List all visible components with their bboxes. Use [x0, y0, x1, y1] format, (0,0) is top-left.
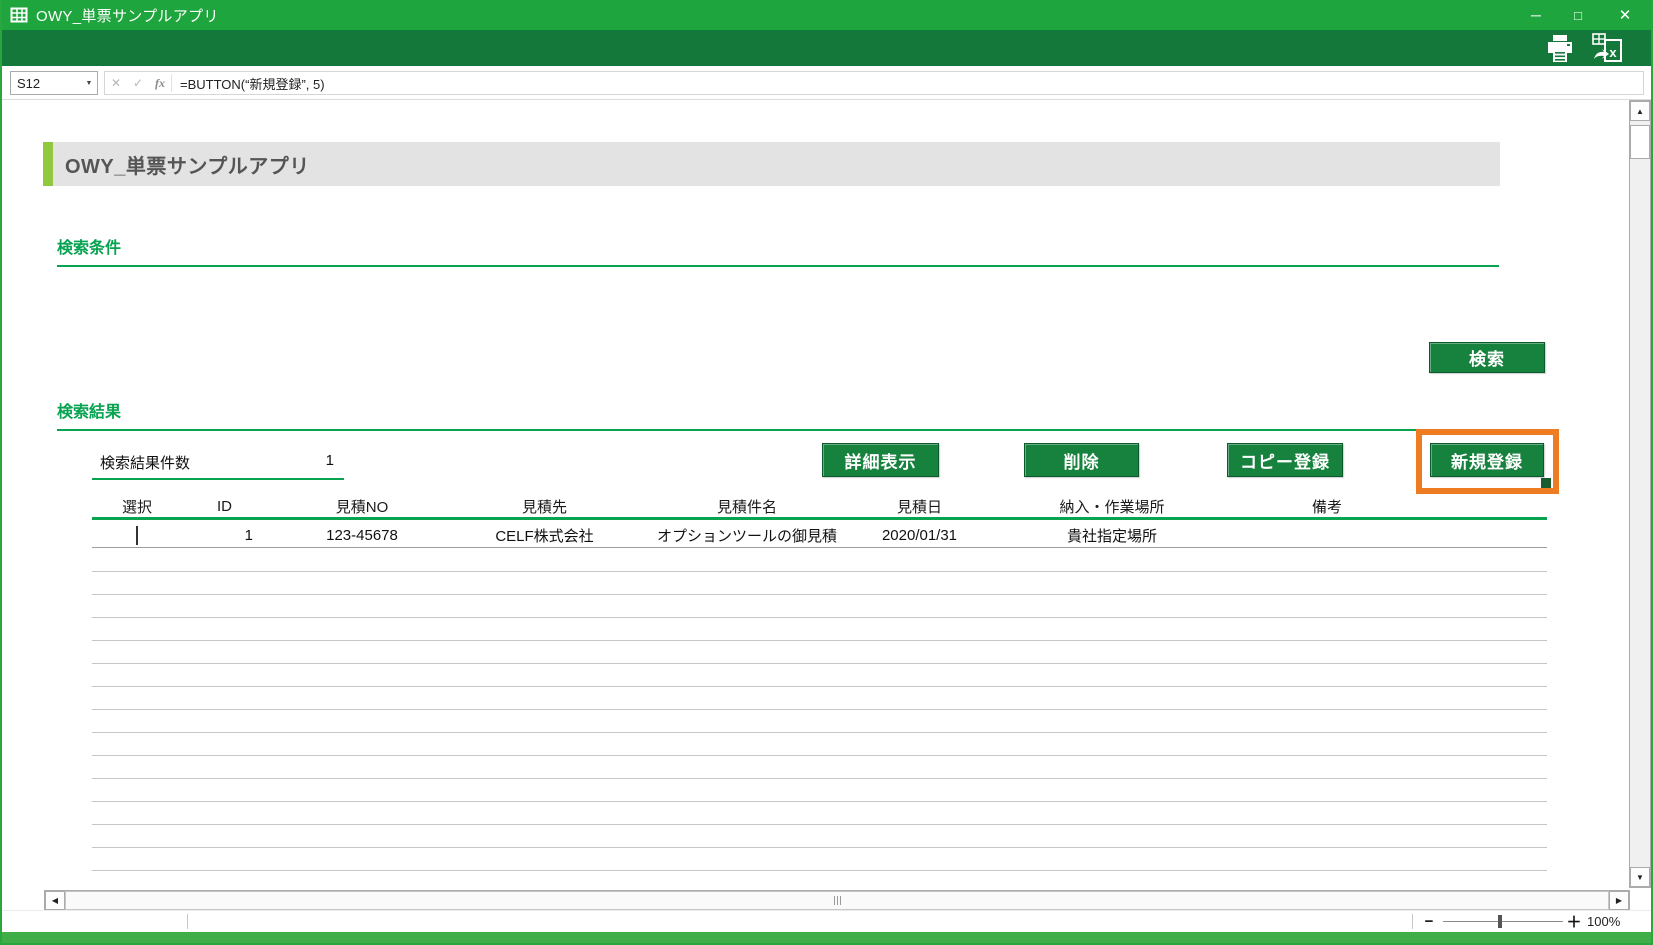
table-empty-row — [92, 549, 1547, 572]
cell-quote-no: 123-45678 — [326, 527, 398, 544]
cell-id: 1 — [244, 527, 253, 544]
horizontal-scrollbar[interactable]: ◀ ▶ — [44, 890, 1630, 911]
table-empty-row — [92, 848, 1547, 871]
titlebar: OWY_単票サンプルアプリ ─ □ ✕ — [2, 0, 1651, 30]
scrollbar-grip-icon[interactable] — [833, 896, 841, 905]
scroll-up-icon[interactable]: ▲ — [1630, 101, 1650, 121]
zoom-level: 100% — [1587, 914, 1621, 929]
name-box-dropdown-icon[interactable]: ▼ — [81, 72, 97, 94]
export-excel-icon[interactable]: x — [1586, 33, 1630, 62]
table-empty-row — [92, 756, 1547, 779]
table-empty-rows — [92, 549, 1547, 871]
table-empty-row — [92, 710, 1547, 733]
table-empty-row — [92, 825, 1547, 848]
result-count-value: 1 — [325, 452, 334, 469]
toolbar: x — [2, 30, 1651, 66]
table-empty-row — [92, 572, 1547, 595]
section-heading-search-conditions: 検索条件 — [57, 234, 1499, 267]
table-empty-row — [92, 595, 1547, 618]
table-empty-row — [92, 641, 1547, 664]
maximize-button[interactable]: □ — [1557, 0, 1599, 30]
page-title-banner: OWY_単票サンプルアプリ — [53, 142, 1500, 186]
table-row: 1 123-45678 CELF株式会社 オプションツールの御見積 2020/0… — [92, 524, 1547, 548]
table-empty-row — [92, 779, 1547, 802]
copy-register-button[interactable]: コピー登録 — [1227, 443, 1343, 477]
formula-bar: S12 ▼ ✕ ✓ fx =BUTTON(“新規登録”, 5) — [2, 66, 1651, 100]
title-accent-bar — [43, 142, 53, 186]
column-header-date: 見積日 — [896, 499, 942, 516]
status-bar: − ＋ 100% — [2, 910, 1651, 931]
formula-input-area[interactable]: ✕ ✓ fx =BUTTON(“新規登録”, 5) — [104, 71, 1644, 95]
vertical-scrollbar[interactable]: ▲ ▼ — [1629, 100, 1651, 888]
table-empty-row — [92, 802, 1547, 825]
horizontal-scrollbar-thumb[interactable] — [65, 891, 1609, 910]
column-header-place: 納入・作業場所 — [1059, 499, 1165, 516]
cell-place: 貴社指定場所 — [1066, 528, 1157, 545]
zoom-slider-track[interactable] — [1443, 921, 1563, 922]
status-separator — [1412, 914, 1413, 929]
bottom-green-strip — [2, 932, 1651, 943]
sheet-area: OWY_単票サンプルアプリ 検索条件 検索 検索結果 検索結果件数 1 詳細表示… — [2, 100, 1651, 912]
zoom-in-button[interactable]: ＋ — [1565, 911, 1583, 932]
status-separator — [187, 914, 188, 929]
cancel-entry-icon[interactable]: ✕ — [105, 72, 127, 94]
table-empty-row — [92, 664, 1547, 687]
cell-reference[interactable]: S12 — [11, 76, 81, 91]
scroll-down-icon[interactable]: ▼ — [1630, 867, 1650, 887]
scroll-right-icon[interactable]: ▶ — [1609, 891, 1629, 910]
cell-subject: オプションツールの御見積 — [656, 528, 837, 545]
result-count-row: 検索結果件数 1 — [92, 450, 344, 480]
column-header-select: 選択 — [121, 499, 152, 516]
column-header-subject: 見積件名 — [716, 499, 777, 516]
column-header-note: 備考 — [1311, 499, 1342, 516]
column-header-id: ID — [217, 498, 232, 515]
result-count-label: 検索結果件数 — [100, 455, 191, 472]
formula-text[interactable]: =BUTTON(“新規登録”, 5) — [172, 74, 325, 93]
window-title: OWY_単票サンプルアプリ — [36, 7, 219, 25]
column-header-customer: 見積先 — [521, 499, 567, 516]
close-button[interactable]: ✕ — [1604, 0, 1646, 30]
confirm-entry-icon[interactable]: ✓ — [127, 72, 149, 94]
section-heading-search-results: 検索結果 — [57, 398, 1499, 431]
cell-date: 2020/01/31 — [881, 527, 958, 544]
cell-select — [92, 526, 182, 545]
zoom-slider-thumb[interactable] — [1498, 915, 1502, 928]
column-header-quote-no: 見積NO — [335, 499, 389, 516]
cell-name-box[interactable]: S12 ▼ — [10, 71, 98, 95]
selected-control-outline — [1416, 429, 1559, 494]
cell-customer: CELF株式会社 — [495, 528, 594, 545]
svg-text:x: x — [1609, 45, 1617, 60]
app-window: OWY_単票サンプルアプリ ─ □ ✕ x S12 ▼ ✕ ✓ fx =BUTT… — [0, 0, 1653, 945]
detail-view-button[interactable]: 詳細表示 — [822, 443, 939, 477]
scroll-left-icon[interactable]: ◀ — [45, 891, 65, 910]
selection-resize-handle[interactable] — [1541, 478, 1551, 488]
zoom-out-button[interactable]: − — [1420, 911, 1438, 932]
row-checkbox[interactable] — [136, 526, 138, 545]
table-empty-row — [92, 733, 1547, 756]
table-empty-row — [92, 687, 1547, 710]
search-button[interactable]: 検索 — [1429, 342, 1545, 373]
page-title: OWY_単票サンプルアプリ — [65, 155, 310, 178]
delete-button[interactable]: 削除 — [1024, 443, 1139, 477]
spreadsheet-app-icon — [10, 6, 28, 24]
minimize-button[interactable]: ─ — [1515, 0, 1557, 30]
print-icon[interactable] — [1540, 34, 1580, 62]
vertical-scrollbar-thumb[interactable] — [1630, 125, 1650, 159]
insert-function-icon[interactable]: fx — [149, 72, 171, 94]
table-empty-row — [92, 618, 1547, 641]
table-header-row: 選択 ID 見積NO 見積先 見積件名 見積日 納入・作業場所 備考 — [92, 496, 1547, 520]
